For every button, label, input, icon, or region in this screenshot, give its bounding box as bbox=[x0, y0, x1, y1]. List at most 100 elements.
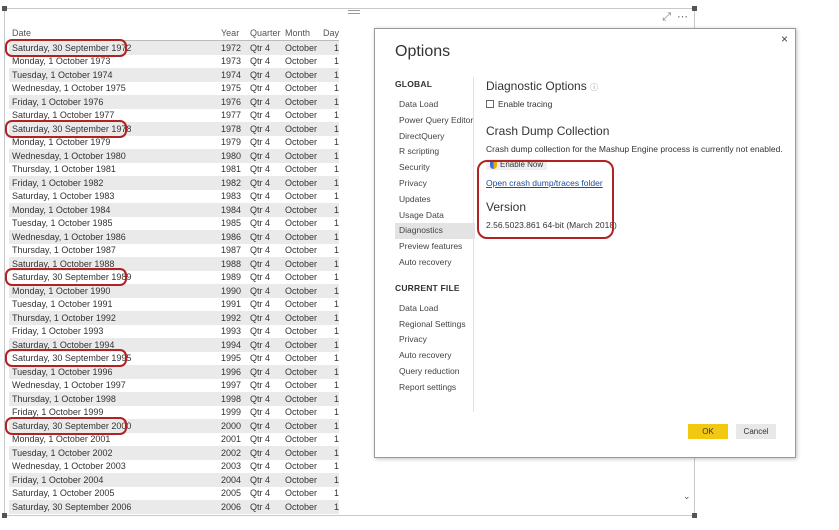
table-row[interactable]: Thursday, 1 October 1987 1987 Qtr 4 October… bbox=[9, 244, 339, 258]
cell-day: 1 bbox=[333, 501, 339, 512]
table-row[interactable]: Tuesday, 1 October 1991 1991 Qtr 4 October 1 bbox=[9, 298, 339, 312]
resize-handle[interactable] bbox=[2, 6, 7, 11]
cell-quarter: Qtr 4 bbox=[250, 353, 271, 364]
cell-year: 1987 bbox=[221, 245, 242, 256]
drag-handle-icon[interactable] bbox=[348, 10, 360, 14]
column-header-quarter[interactable]: Quarter bbox=[246, 28, 282, 38]
nav-item-privacy[interactable]: Privacy bbox=[395, 176, 475, 192]
cell-date: Wednesday, 1 October 1980 bbox=[12, 150, 126, 161]
cell-year: 1980 bbox=[221, 150, 242, 161]
cell-year: 1994 bbox=[221, 339, 242, 350]
table-row[interactable]: Thursday, 1 October 1998 1998 Qtr 4 October… bbox=[9, 392, 339, 406]
cell-year: 1992 bbox=[221, 312, 242, 323]
cell-date: Thursday, 1 October 1998 bbox=[12, 393, 116, 404]
cell-date: Saturday, 30 September 2006 bbox=[12, 501, 132, 512]
cell-day: 1 bbox=[333, 123, 339, 134]
table-row[interactable]: Monday, 1 October 1973 1973 Qtr 4 October 1 bbox=[9, 55, 339, 69]
nav-item-data-load[interactable]: Data Load bbox=[395, 97, 475, 113]
table-row[interactable]: Monday, 1 October 1990 1990 Qtr 4 October 1 bbox=[9, 284, 339, 298]
resize-handle[interactable] bbox=[692, 513, 697, 518]
column-header-date[interactable]: Date bbox=[9, 28, 221, 38]
nav-item-privacy[interactable]: Privacy bbox=[395, 332, 475, 348]
nav-item-auto-recovery[interactable]: Auto recovery bbox=[395, 348, 475, 364]
resize-handle[interactable] bbox=[2, 513, 7, 518]
cell-date: Friday, 1 October 2004 bbox=[12, 474, 104, 485]
ok-button[interactable]: OK bbox=[688, 424, 728, 439]
nav-item-preview-features[interactable]: Preview features bbox=[395, 239, 475, 255]
nav-item-directquery[interactable]: DirectQuery bbox=[395, 129, 475, 145]
cell-month: October bbox=[285, 204, 318, 215]
cell-quarter: Qtr 4 bbox=[250, 69, 271, 80]
cell-day: 1 bbox=[333, 285, 339, 296]
nav-item-r-scripting[interactable]: R scripting bbox=[395, 144, 475, 160]
nav-section-current-file: CURRENT FILE bbox=[395, 282, 460, 293]
close-icon[interactable]: × bbox=[781, 32, 788, 46]
table-row[interactable]: Saturday, 30 September 2006 2006 Qtr 4 Octo… bbox=[9, 500, 339, 514]
cell-date: Monday, 1 October 1979 bbox=[12, 137, 111, 148]
more-options-icon[interactable]: ⋯ bbox=[677, 11, 688, 23]
table-row[interactable]: Monday, 1 October 2001 2001 Qtr 4 October 1 bbox=[9, 433, 339, 447]
column-header-day[interactable]: Day bbox=[322, 28, 339, 38]
cell-day: 1 bbox=[333, 299, 339, 310]
nav-item-data-load[interactable]: Data Load bbox=[395, 301, 475, 317]
cell-year: 1978 bbox=[221, 123, 242, 134]
table-row[interactable]: Friday, 1 October 1993 1993 Qtr 4 October 1 bbox=[9, 325, 339, 339]
table-row[interactable]: Friday, 1 October 1982 1982 Qtr 4 October 1 bbox=[9, 176, 339, 190]
nav-item-power-query-editor[interactable]: Power Query Editor bbox=[395, 113, 475, 129]
cancel-button[interactable]: Cancel bbox=[736, 424, 776, 439]
cell-day: 1 bbox=[333, 177, 339, 188]
scroll-down-icon[interactable]: ⌄ bbox=[683, 491, 691, 502]
table-row[interactable]: Tuesday, 1 October 2002 2002 Qtr 4 October 1 bbox=[9, 446, 339, 460]
focus-mode-icon[interactable]: ⤢ bbox=[662, 11, 671, 23]
cell-date: Wednesday, 1 October 1997 bbox=[12, 380, 126, 391]
table-row[interactable]: Saturday, 1 October 2005 2005 Qtr 4 October… bbox=[9, 487, 339, 501]
nav-item-auto-recovery[interactable]: Auto recovery bbox=[395, 255, 475, 271]
table-row[interactable]: Wednesday, 1 October 2003 2003 Qtr 4 Octobe… bbox=[9, 460, 339, 474]
table-row[interactable]: Friday, 1 October 1976 1976 Qtr 4 October 1 bbox=[9, 95, 339, 109]
nav-item-updates[interactable]: Updates bbox=[395, 192, 475, 208]
table-row[interactable]: Tuesday, 1 October 1985 1985 Qtr 4 October 1 bbox=[9, 217, 339, 231]
annotation-ring bbox=[5, 38, 127, 57]
table-row[interactable]: Thursday, 1 October 1992 1992 Qtr 4 October… bbox=[9, 311, 339, 325]
nav-item-query-reduction[interactable]: Query reduction bbox=[395, 364, 475, 380]
cell-quarter: Qtr 4 bbox=[250, 380, 271, 391]
table-row[interactable]: Wednesday, 1 October 1980 1980 Qtr 4 Octobe… bbox=[9, 149, 339, 163]
table-row[interactable]: Monday, 1 October 1979 1979 Qtr 4 October 1 bbox=[9, 136, 339, 150]
nav-item-report-settings[interactable]: Report settings bbox=[395, 380, 475, 396]
info-icon[interactable]: ⓘ bbox=[590, 83, 598, 92]
cell-year: 1976 bbox=[221, 96, 242, 107]
table-row[interactable]: Friday, 1 October 2004 2004 Qtr 4 October 1 bbox=[9, 473, 339, 487]
table-row[interactable]: Wednesday, 1 October 1997 1997 Qtr 4 Octobe… bbox=[9, 379, 339, 393]
column-header-month[interactable]: Month bbox=[282, 28, 322, 38]
cell-date: Thursday, 1 October 1981 bbox=[12, 164, 116, 175]
table-row[interactable]: Tuesday, 1 October 1974 1974 Qtr 4 October 1 bbox=[9, 68, 339, 82]
cell-quarter: Qtr 4 bbox=[250, 272, 271, 283]
cell-day: 1 bbox=[333, 353, 339, 364]
resize-handle[interactable] bbox=[692, 6, 697, 11]
table-row[interactable]: Monday, 1 October 1984 1984 Qtr 4 October 1 bbox=[9, 203, 339, 217]
cell-day: 1 bbox=[333, 42, 339, 53]
cell-day: 1 bbox=[333, 218, 339, 229]
table-row[interactable]: Tuesday, 1 October 1996 1996 Qtr 4 October 1 bbox=[9, 365, 339, 379]
cell-day: 1 bbox=[333, 312, 339, 323]
cell-month: October bbox=[285, 245, 318, 256]
cell-year: 1989 bbox=[221, 272, 242, 283]
table-row[interactable]: Wednesday, 1 October 1975 1975 Qtr 4 Octobe… bbox=[9, 82, 339, 96]
nav-item-regional-settings[interactable]: Regional Settings bbox=[395, 317, 475, 333]
table-row[interactable]: Wednesday, 1 October 1986 1986 Qtr 4 Octobe… bbox=[9, 230, 339, 244]
table-row[interactable]: Saturday, 1 October 1983 1983 Qtr 4 October… bbox=[9, 190, 339, 204]
enable-tracing-row[interactable]: Enable tracing bbox=[486, 99, 786, 109]
cell-month: October bbox=[285, 258, 318, 269]
cell-quarter: Qtr 4 bbox=[250, 312, 271, 323]
enable-tracing-checkbox[interactable] bbox=[486, 100, 494, 108]
nav-item-security[interactable]: Security bbox=[395, 160, 475, 176]
cell-quarter: Qtr 4 bbox=[250, 299, 271, 310]
cell-year: 1983 bbox=[221, 191, 242, 202]
cell-date: Monday, 1 October 1984 bbox=[12, 204, 111, 215]
column-header-year[interactable]: Year bbox=[221, 28, 246, 38]
cell-date: Wednesday, 1 October 1975 bbox=[12, 83, 126, 94]
nav-item-usage-data[interactable]: Usage Data bbox=[395, 208, 475, 224]
nav-item-diagnostics[interactable]: Diagnostics bbox=[395, 223, 475, 240]
table-row[interactable]: Thursday, 1 October 1981 1981 Qtr 4 October… bbox=[9, 163, 339, 177]
cell-quarter: Qtr 4 bbox=[250, 420, 271, 431]
